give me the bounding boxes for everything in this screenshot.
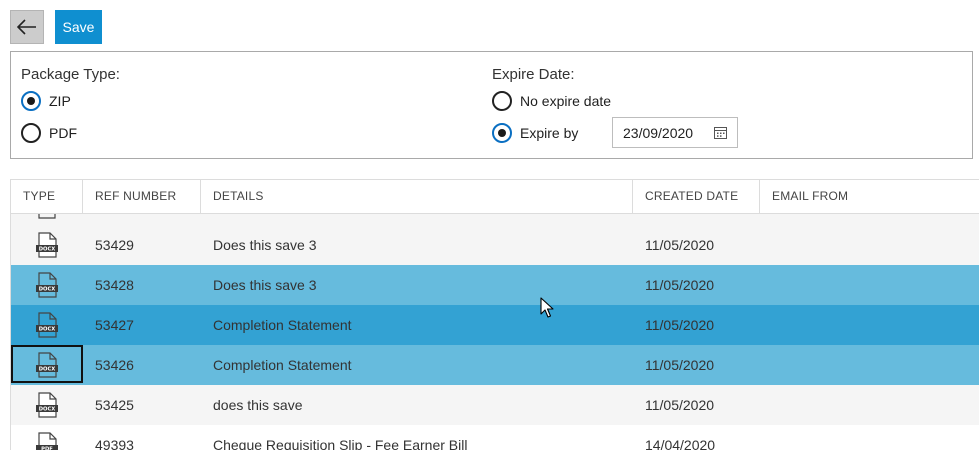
- cell-ref-number: 53426: [95, 357, 134, 373]
- document-icon: PDF: [36, 432, 58, 450]
- grid-header: TYPE REF NUMBER DETAILS CREATED DATE EMA…: [11, 180, 979, 214]
- table-row[interactable]: DOCX 53426 Completion Statement 11/05/20…: [11, 345, 979, 385]
- mouse-cursor-icon: [540, 297, 554, 318]
- radio-pdf-indicator[interactable]: [21, 123, 41, 143]
- file-type-label: DOCX: [39, 327, 56, 333]
- document-icon: DOCX: [36, 272, 58, 298]
- document-icon: DOCX: [36, 312, 58, 338]
- cell-email-from: [760, 265, 772, 305]
- table-row[interactable]: DOCX 53425 does this save 11/05/2020: [11, 385, 979, 425]
- options-panel: Package Type: ZIP PDF Expire Date: No ex…: [10, 51, 973, 159]
- cell-email-from: [760, 305, 772, 345]
- file-type-label: DOCX: [39, 367, 56, 373]
- document-icon: DOCX: [36, 392, 58, 418]
- expire-date-label: Expire Date:: [492, 66, 575, 83]
- toolbar: Save: [10, 10, 102, 44]
- cell-email-from: [760, 425, 772, 450]
- table-row[interactable]: DOCX 53427 Completion Statement 11/05/20…: [11, 305, 979, 345]
- radio-pdf[interactable]: PDF: [21, 123, 77, 143]
- cell-created-date: 11/05/2020: [645, 397, 715, 413]
- file-type-label: DOCX: [39, 287, 56, 293]
- cell-details: does this save: [213, 397, 303, 413]
- cell-ref-number: 53425: [95, 397, 134, 413]
- cell-created-date: 11/05/2020: [645, 357, 715, 373]
- cell-details: Cheque Requisition Slip - Fee Earner Bil…: [213, 437, 468, 450]
- table-row[interactable]: DOCX 53429 Does this save 3 11/05/2020: [11, 225, 979, 265]
- cell-details: Completion Statement: [213, 317, 352, 333]
- cell-ref-number: 49393: [95, 437, 134, 450]
- table-row[interactable]: PDF 49393 Cheque Requisition Slip - Fee …: [11, 425, 979, 450]
- document-icon: DOCX: [36, 232, 58, 258]
- column-header-details[interactable]: DETAILS: [201, 180, 633, 213]
- arrow-left-icon: [17, 19, 36, 35]
- cell-details: Completion Statement: [213, 357, 352, 373]
- documents-grid: TYPE REF NUMBER DETAILS CREATED DATE EMA…: [10, 179, 979, 450]
- document-icon: [38, 213, 56, 219]
- column-header-email-from[interactable]: EMAIL FROM: [760, 180, 979, 213]
- expire-date-input[interactable]: 23/09/2020: [612, 117, 738, 148]
- cell-created-date: 11/05/2020: [645, 237, 715, 253]
- column-header-created-date[interactable]: CREATED DATE: [633, 180, 760, 213]
- file-type-label: DOCX: [39, 407, 56, 413]
- column-header-ref-number[interactable]: REF NUMBER: [83, 180, 201, 213]
- document-icon: DOCX: [36, 352, 58, 378]
- cell-email-from: [760, 385, 772, 425]
- cell-ref-number: 53428: [95, 277, 134, 293]
- cell-email-from: [760, 225, 772, 265]
- package-type-label: Package Type:: [21, 66, 120, 83]
- save-button[interactable]: Save: [55, 10, 102, 44]
- cell-details: Does this save 3: [213, 277, 317, 293]
- radio-no-expire-label: No expire date: [520, 93, 612, 109]
- table-row[interactable]: DOCX 53428 Does this save 3 11/05/2020: [11, 265, 979, 305]
- expire-date-value: 23/09/2020: [623, 124, 694, 141]
- radio-no-expire-indicator[interactable]: [492, 91, 512, 111]
- back-button[interactable]: [10, 10, 44, 44]
- radio-pdf-label: PDF: [49, 125, 77, 141]
- column-header-type[interactable]: TYPE: [11, 180, 83, 213]
- radio-expire-by[interactable]: Expire by: [492, 123, 578, 143]
- file-type-label: DOCX: [39, 247, 56, 253]
- cell-ref-number: 53429: [95, 237, 134, 253]
- cell-email-from: [760, 345, 772, 385]
- radio-no-expire[interactable]: No expire date: [492, 91, 611, 111]
- cell-created-date: 14/04/2020: [645, 437, 716, 450]
- radio-expire-by-label: Expire by: [520, 125, 579, 141]
- radio-zip[interactable]: ZIP: [21, 91, 71, 111]
- cell-created-date: 11/05/2020: [645, 317, 715, 333]
- cell-ref-number: 53427: [95, 317, 134, 333]
- cell-created-date: 11/05/2020: [645, 277, 715, 293]
- radio-zip-label: ZIP: [49, 93, 71, 109]
- radio-expire-by-indicator[interactable]: [492, 123, 512, 143]
- calendar-icon[interactable]: [714, 126, 727, 139]
- cell-details: Does this save 3: [213, 237, 317, 253]
- file-type-label: PDF: [41, 447, 53, 450]
- radio-zip-indicator[interactable]: [21, 91, 41, 111]
